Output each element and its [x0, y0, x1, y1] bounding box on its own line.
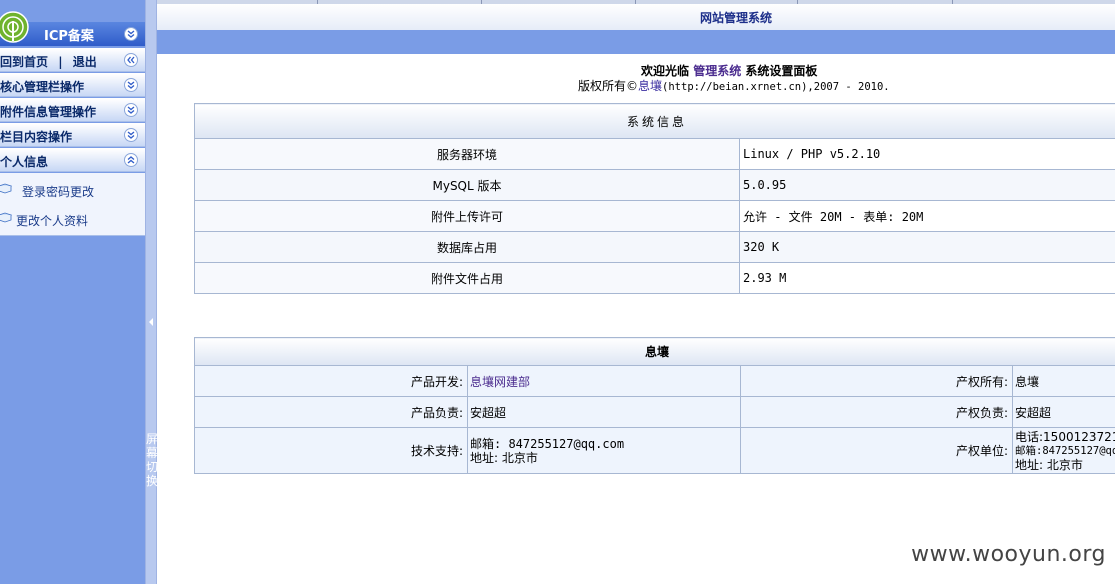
system-info-title: 系统信息 — [193, 103, 1115, 139]
support-email: 邮箱: 847255127@qq.com — [470, 436, 625, 451]
table-row: 数据库占用 320 K — [194, 231, 1115, 263]
sidebar-header: ICP备案 — [0, 11, 145, 46]
product-info-title: 息壤 — [193, 337, 1115, 366]
menu-home-row: 回到首页 | 退出 — [0, 48, 145, 72]
collapse-arrow-icon[interactable] — [149, 318, 153, 326]
menu-attachment-manage[interactable]: 附件信息管理操作 — [0, 98, 145, 122]
table-row: MySQL 版本 5.0.95 — [194, 169, 1115, 201]
table-row: 附件文件占用 2.93 M — [194, 262, 1115, 294]
table-row: 产品开发: 息壤网建部 产权所有: 息壤 — [194, 365, 1115, 397]
submenu-edit-profile[interactable]: 更改个人资料 — [0, 209, 145, 229]
unit-address: 地址: 北京市 — [1015, 457, 1083, 472]
developer-link[interactable]: 息壤网建部 — [470, 375, 530, 389]
toolbar-band — [157, 30, 1115, 54]
icp-logo-icon — [0, 11, 29, 43]
menu-column-content[interactable]: 栏目内容操作 — [0, 123, 145, 147]
system-info-table: 系统信息 服务器环境 Linux / PHP v5.2.10 MySQL 版本 … — [193, 103, 1115, 294]
chevron-down-icon[interactable] — [124, 103, 138, 117]
sidebar: ICP备案 回到首页 | 退出 核心管理栏操作 附件信息管理操作 栏目内容操作 — [0, 0, 145, 584]
document-icon — [0, 212, 12, 223]
personal-info-submenu: 登录密码更改 更改个人资料 — [0, 173, 145, 236]
sidebar-title: ICP备案 — [44, 29, 94, 44]
logout-link[interactable]: 退出 — [73, 55, 97, 69]
chevron-down-icon[interactable] — [124, 78, 138, 92]
unit-phone: 电话:15001237215 — [1015, 429, 1115, 444]
main-content: 网站管理系统 欢迎光临 管理系统 系统设置面板 版权所有©息壤(http://b… — [157, 0, 1115, 584]
menu-core-manage[interactable]: 核心管理栏操作 — [0, 73, 145, 97]
watermark-text: www.wooyun.org — [911, 542, 1106, 567]
table-row: 附件上传许可 允许 - 文件 20M - 表单: 20M — [194, 200, 1115, 232]
copyright-line: 版权所有©息壤(http://beian.xrnet.cn),2007 - 20… — [578, 79, 890, 93]
copyright-owner-link[interactable]: 息壤 — [638, 79, 662, 93]
support-address: 地址: 北京市 — [470, 450, 538, 465]
table-row: 技术支持: 邮箱: 847255127@qq.com 地址: 北京市 产权单位:… — [194, 427, 1115, 474]
product-info-table: 息壤 产品开发: 息壤网建部 产权所有: 息壤 产品负责: 安超超 产权负责: … — [193, 337, 1115, 474]
top-title-bar: 网站管理系统 — [157, 4, 1115, 30]
menu-personal-info[interactable]: 个人信息 — [0, 148, 145, 172]
table-row: 服务器环境 Linux / PHP v5.2.10 — [194, 138, 1115, 170]
collapse-all-icon[interactable] — [124, 27, 138, 41]
unit-email: 邮箱:847255127@qq.com — [1015, 444, 1115, 457]
screen-toggle-splitter[interactable]: 屏幕切换 — [145, 0, 158, 584]
page-title: 网站管理系统 — [700, 11, 773, 25]
home-separator: | — [58, 55, 63, 69]
document-icon — [0, 183, 12, 194]
chevron-down-icon[interactable] — [124, 128, 138, 142]
table-row: 产品负责: 安超超 产权负责: 安超超 — [194, 396, 1115, 428]
chevron-up-icon[interactable] — [124, 53, 138, 67]
chevron-up-icon[interactable] — [124, 153, 138, 167]
submenu-change-password[interactable]: 登录密码更改 — [0, 180, 145, 200]
home-link[interactable]: 回到首页 — [0, 55, 48, 69]
